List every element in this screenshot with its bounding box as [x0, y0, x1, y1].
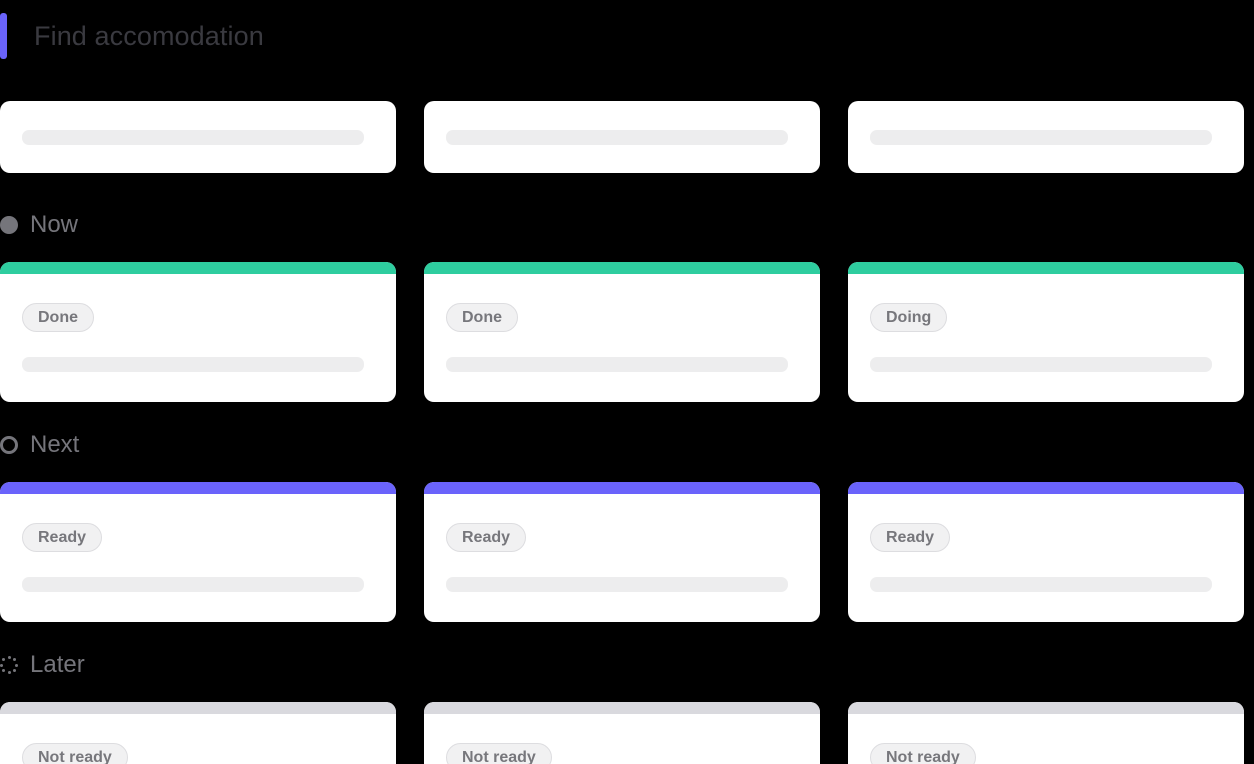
card-row-now: Done Done Doing — [0, 262, 1254, 402]
skeleton-bar — [870, 357, 1212, 372]
task-card[interactable]: Ready — [424, 482, 820, 622]
section-label-next: Next — [30, 431, 80, 458]
kanban-board: Find accomodation Now Done Done Doing Ne… — [0, 0, 1254, 764]
card-accent-bar — [848, 262, 1244, 274]
filled-circle-icon — [0, 216, 18, 234]
section-header-next: Next — [0, 430, 79, 460]
skeleton-bar — [446, 357, 788, 372]
ring-circle-icon — [0, 436, 18, 454]
task-card[interactable]: Doing — [848, 262, 1244, 402]
status-badge[interactable]: Done — [446, 303, 518, 332]
task-card[interactable]: Done — [0, 262, 396, 402]
card-accent-bar — [0, 262, 396, 274]
skeleton-bar — [22, 577, 364, 592]
status-badge[interactable]: Ready — [446, 523, 527, 552]
section-label-now: Now — [30, 211, 79, 238]
card-accent-bar — [848, 482, 1244, 494]
status-badge[interactable]: Ready — [870, 523, 951, 552]
section-header-later: Later — [0, 650, 85, 680]
card-accent-bar — [424, 262, 820, 274]
task-card[interactable]: Done — [424, 262, 820, 402]
top-card-row — [0, 101, 1254, 173]
card-accent-bar — [424, 482, 820, 494]
card-row-next: Ready Ready Ready — [0, 482, 1254, 622]
section-header-now: Now — [0, 210, 78, 240]
card-accent-bar — [0, 702, 396, 714]
dotted-circle-icon — [0, 656, 18, 674]
skeleton-bar — [22, 129, 364, 145]
page-header: Find accomodation — [0, 13, 264, 59]
page-title: Find accomodation — [34, 21, 264, 51]
task-card[interactable]: Ready — [848, 482, 1244, 622]
task-card[interactable]: Not ready — [848, 702, 1244, 764]
status-badge[interactable]: Not ready — [446, 743, 552, 764]
skeleton-bar — [446, 129, 788, 145]
status-badge[interactable]: Not ready — [870, 743, 976, 764]
placeholder-card[interactable] — [848, 101, 1244, 173]
placeholder-card[interactable] — [0, 101, 396, 173]
skeleton-bar — [870, 129, 1212, 145]
placeholder-card[interactable] — [424, 101, 820, 173]
task-card[interactable]: Not ready — [424, 702, 820, 764]
card-accent-bar — [0, 482, 396, 494]
task-card[interactable]: Not ready — [0, 702, 396, 764]
task-card[interactable]: Ready — [0, 482, 396, 622]
title-accent-bar — [0, 13, 7, 59]
status-badge[interactable]: Doing — [870, 303, 948, 332]
skeleton-bar — [22, 357, 364, 372]
skeleton-bar — [446, 577, 788, 592]
status-badge[interactable]: Ready — [22, 523, 103, 552]
status-badge[interactable]: Done — [22, 303, 94, 332]
skeleton-bar — [870, 577, 1212, 592]
card-accent-bar — [424, 702, 820, 714]
section-label-later: Later — [30, 651, 85, 678]
card-accent-bar — [848, 702, 1244, 714]
status-badge[interactable]: Not ready — [22, 743, 128, 764]
card-row-later: Not ready Not ready Not ready — [0, 702, 1254, 764]
